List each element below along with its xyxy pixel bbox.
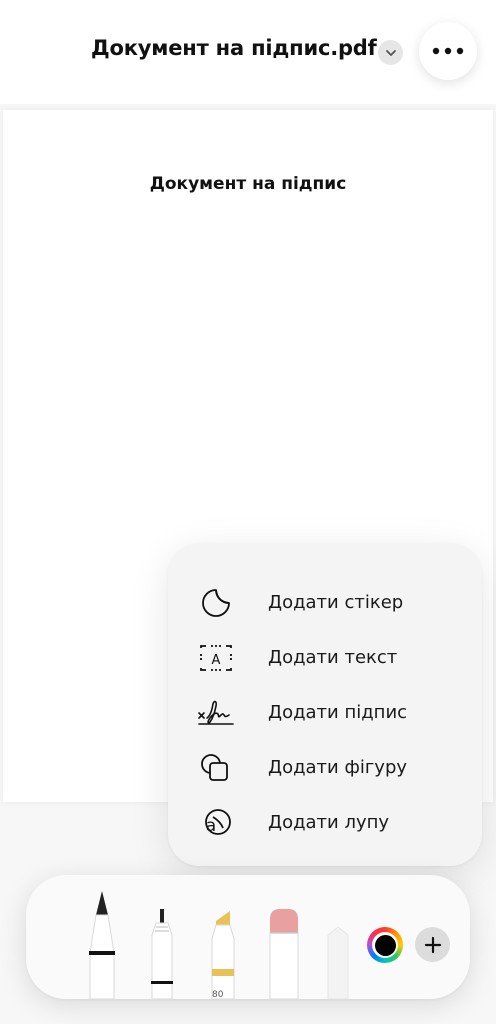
menu-item-add-text[interactable]: A Додати текст [168,633,482,683]
more-options-button[interactable] [419,22,477,80]
lasso-tool-icon[interactable] [324,925,352,999]
chevron-down-icon [385,49,396,56]
drawing-toolbar: 80 [26,875,470,999]
add-button[interactable] [415,927,450,962]
menu-item-label: Додати стікер [268,592,404,613]
pen-tool-icon[interactable] [84,889,120,999]
title-menu-button[interactable] [378,40,403,65]
page-heading: Документ на підпис [149,174,347,194]
sticker-icon [202,589,230,617]
highlighter-opacity-label: 80 [212,990,224,999]
ellipsis-icon [432,47,464,55]
svg-text:A: A [212,653,221,668]
menu-item-add-shape[interactable]: Додати фігуру [168,743,482,793]
text-box-icon: A [200,645,232,671]
plus-icon [424,936,441,953]
fineliner-tool-icon[interactable] [144,905,180,999]
highlighter-tool-icon[interactable] [206,907,242,999]
document-title[interactable]: Документ на підпис.pdf [91,36,377,60]
magnifier-icon: a [205,809,231,836]
menu-item-add-sticker[interactable]: Додати стікер [168,578,482,628]
add-annotation-menu: Додати стікер A Додати текст Додати підп… [168,543,482,866]
menu-item-add-magnifier[interactable]: a Додати лупу [168,798,482,848]
eraser-tool-icon[interactable] [266,907,302,999]
current-color-swatch [374,934,396,956]
shapes-icon [201,754,228,781]
menu-item-add-signature[interactable]: Додати підпис [168,688,482,738]
menu-item-label: Додати фігуру [268,757,408,778]
menu-item-label: Додати підпис [268,702,408,723]
top-bar: Документ на підпис.pdf [0,0,496,104]
color-picker-button[interactable] [367,927,403,963]
menu-item-label: Додати текст [268,647,398,668]
signature-icon [198,700,234,725]
menu-item-label: Додати лупу [268,812,390,833]
